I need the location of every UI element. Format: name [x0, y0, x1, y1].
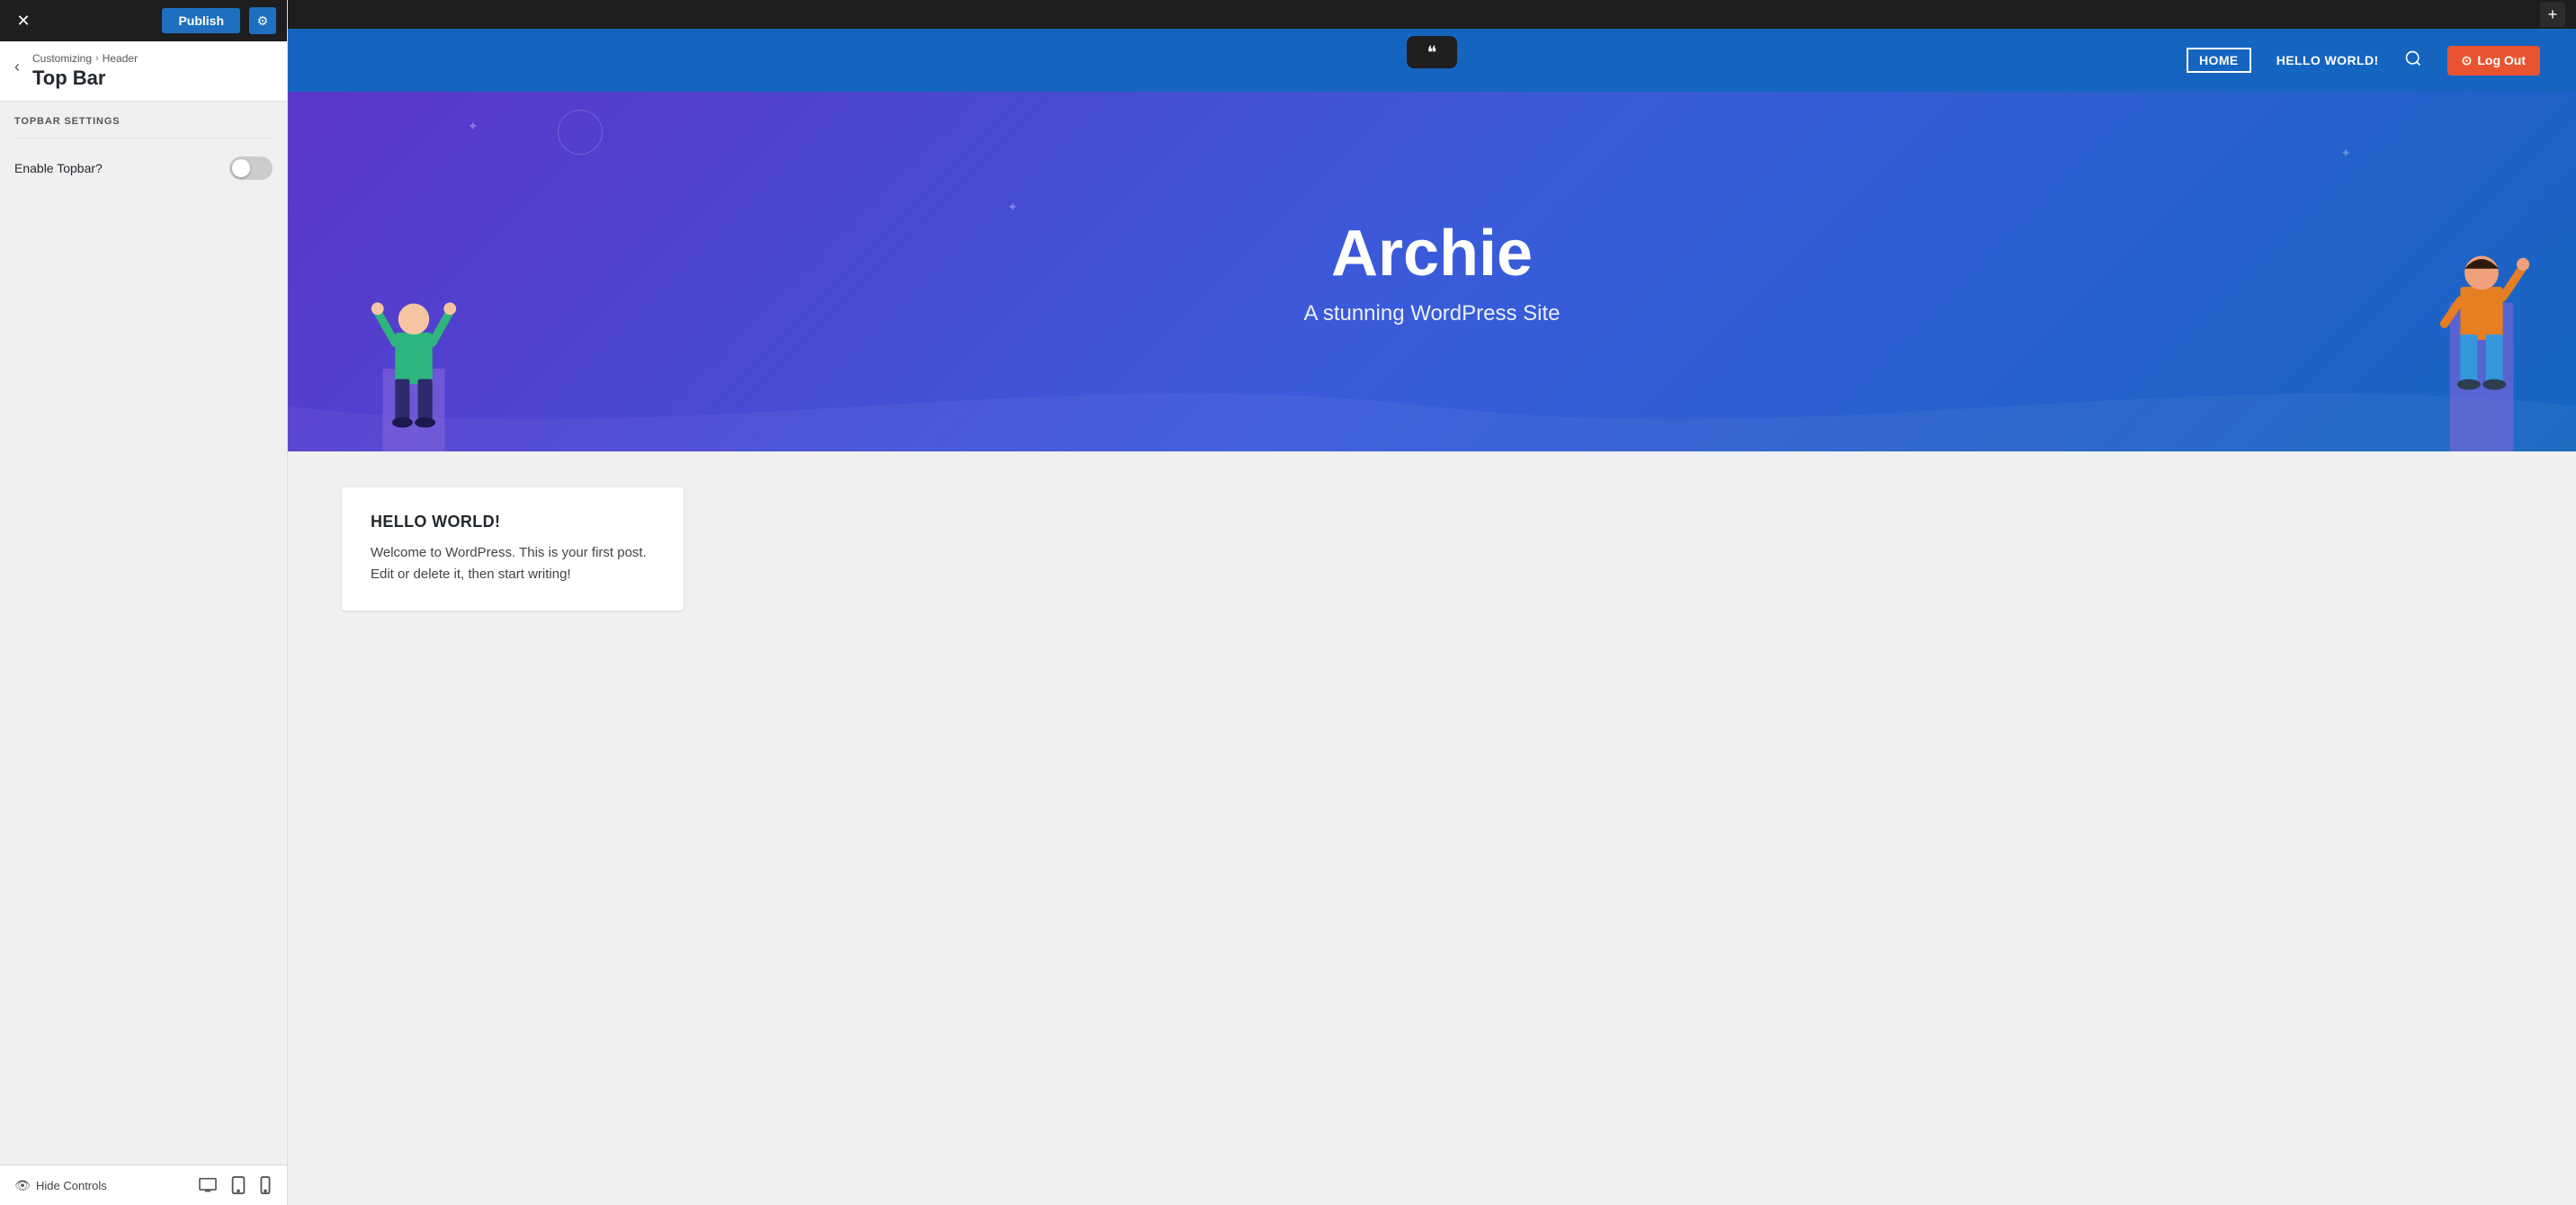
search-button[interactable] — [2404, 49, 2422, 72]
hero-wave — [288, 362, 2576, 451]
enable-topbar-label: Enable Topbar? — [14, 161, 103, 175]
breadcrumb-arrow-icon: › — [95, 53, 99, 64]
enable-topbar-row: Enable Topbar? — [0, 138, 287, 198]
hide-controls-label: Hide Controls — [36, 1179, 107, 1192]
breadcrumb-title: Top Bar — [32, 67, 138, 90]
site-content: ❝ HOME HELLO WORLD! ⊙ Log Out — [288, 29, 2576, 1205]
deco-star-3: ✦ — [1007, 200, 1018, 215]
hero-subtitle: A stunning WordPress Site — [1303, 301, 1560, 326]
content-area: HELLO WORLD! Welcome to WordPress. This … — [288, 451, 2576, 1205]
figure-left-svg — [360, 245, 468, 451]
panel-bottom-bar: 👁 Hide Controls — [0, 1165, 287, 1205]
desktop-device-button[interactable] — [197, 1175, 219, 1195]
mobile-device-button[interactable] — [258, 1174, 273, 1196]
deco-star-2: ✦ — [2340, 146, 2351, 161]
tablet-device-button[interactable] — [229, 1174, 247, 1196]
search-icon — [2404, 49, 2422, 67]
quote-badge: ❝ — [1407, 36, 1457, 68]
topbar-settings-section: TOPBAR SETTINGS — [0, 102, 287, 138]
admin-bar: + — [288, 0, 2576, 29]
breadcrumb-customizing: Customizing — [32, 52, 92, 65]
hero-title: Archie — [1331, 217, 1533, 290]
panel-toolbar: ✕ Publish ⚙ — [0, 0, 287, 41]
section-label: TOPBAR SETTINGS — [14, 116, 273, 138]
breadcrumb-area: ‹ Customizing › Header Top Bar — [0, 41, 287, 102]
quote-icon: ❝ — [1407, 36, 1457, 68]
deco-circle-1 — [558, 110, 603, 155]
gear-button[interactable]: ⚙ — [249, 7, 276, 34]
enable-topbar-toggle[interactable] — [229, 156, 273, 180]
breadcrumb-text: Customizing › Header Top Bar — [32, 52, 138, 90]
nav-item-home[interactable]: HOME — [2187, 48, 2251, 73]
preview-area: + ❝ HOME HELLO WORLD! ⊙ — [288, 0, 2576, 1205]
desktop-icon — [199, 1177, 217, 1193]
breadcrumb-path: Customizing › Header — [32, 52, 138, 65]
logout-icon: ⊙ — [2462, 53, 2473, 68]
site-nav: HOME HELLO WORLD! ⊙ Log Out — [2187, 46, 2540, 76]
publish-button[interactable]: Publish — [162, 8, 240, 33]
add-new-button[interactable]: + — [2540, 2, 2565, 27]
hide-controls-button[interactable]: 👁 Hide Controls — [14, 1177, 107, 1193]
blog-card-title: HELLO WORLD! — [371, 513, 655, 531]
close-button[interactable]: ✕ — [11, 8, 36, 33]
toggle-slider — [229, 156, 273, 180]
blog-card-excerpt: Welcome to WordPress. This is your first… — [371, 542, 655, 585]
figure-right-svg — [2423, 218, 2540, 451]
logout-label: Log Out — [2477, 53, 2526, 67]
nav-item-hello-world[interactable]: HELLO WORLD! — [2276, 53, 2379, 67]
blog-card: HELLO WORLD! Welcome to WordPress. This … — [342, 487, 684, 611]
deco-star-1: ✦ — [468, 119, 479, 134]
logout-button[interactable]: ⊙ Log Out — [2447, 46, 2540, 76]
eye-icon: 👁 — [14, 1177, 31, 1193]
mobile-icon — [260, 1176, 271, 1194]
tablet-icon — [231, 1176, 246, 1194]
back-button[interactable]: ‹ — [11, 54, 23, 80]
device-switcher — [197, 1174, 273, 1196]
breadcrumb-header: Header — [103, 52, 138, 65]
hero-section: ✦ ✦ ✦ — [288, 92, 2576, 451]
customizer-panel: ✕ Publish ⚙ ‹ Customizing › Header Top B… — [0, 0, 288, 1205]
